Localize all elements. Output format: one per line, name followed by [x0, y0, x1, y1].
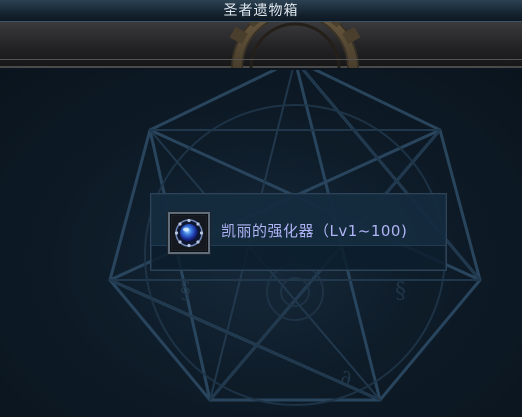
item-icon-frame[interactable] [168, 212, 210, 254]
title-bar[interactable]: 圣者遗物箱 [0, 0, 522, 22]
relic-box-window: 圣者遗物箱 § § ∂ 凯丽的强化器（Lv1~100) [0, 0, 522, 417]
svg-text:§: § [180, 279, 191, 304]
gear-icon [229, 22, 361, 68]
window-title: 圣者遗物箱 [223, 3, 299, 19]
header-band [0, 22, 522, 68]
svg-text:∂: ∂ [340, 366, 351, 391]
blue-gem-icon [172, 216, 206, 250]
item-row[interactable]: 凯丽的强化器（Lv1~100) [150, 193, 447, 271]
svg-text:§: § [395, 279, 406, 304]
item-name[interactable]: 凯丽的强化器（Lv1~100) [221, 218, 407, 244]
